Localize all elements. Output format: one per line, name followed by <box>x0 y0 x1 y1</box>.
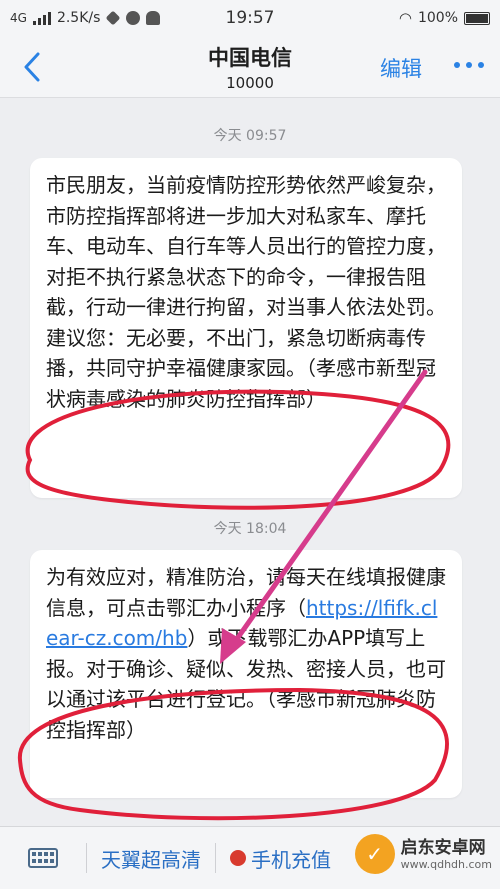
message-bubble[interactable]: 市民朋友，当前疫情防控形势依然严峻复杂，市防控指挥部将进一步加大对私家车、摩托车… <box>30 158 462 498</box>
watermark-logo-icon: ✓ <box>354 834 395 874</box>
status-right: ◠ 100% <box>399 9 490 27</box>
edit-button[interactable]: 编辑 <box>380 53 422 83</box>
wechat-icon <box>126 11 141 25</box>
battery-percent: 100% <box>417 10 458 26</box>
network-speed: 2.5K/s <box>56 10 101 26</box>
watermark-name: 启东安卓网 <box>400 837 486 858</box>
network-type: 4G <box>10 11 27 25</box>
signal-icon <box>32 11 51 25</box>
nav-bar: 中国电信 10000 编辑 <box>0 36 500 98</box>
watermark: ✓ 启东安卓网 www.qdhdh.com <box>354 834 492 874</box>
more-options-icon[interactable] <box>454 62 484 68</box>
watermark-text: 启东安卓网 www.qdhdh.com <box>401 838 492 871</box>
menu-button-recharge-label: 手机充值 <box>251 847 331 872</box>
menu-button-tianyi[interactable]: 天翼超高清 <box>101 844 201 873</box>
contact-number: 10000 <box>226 74 274 92</box>
message-text: 为有效应对，精准防治，请每天在线填报健康信息，可点击鄂汇办小程序（https:/… <box>46 562 448 745</box>
menu-button-tianyi-label: 天翼超高清 <box>101 847 201 872</box>
notification-bell-icon <box>146 11 161 25</box>
watermark-url: www.qdhdh.com <box>400 857 492 871</box>
menu-button-recharge[interactable]: 手机充值 <box>230 844 331 873</box>
toolbar-divider <box>215 843 216 873</box>
conversation-header: 中国电信 10000 <box>0 42 500 92</box>
shield-icon <box>105 10 121 26</box>
battery-icon <box>464 11 490 25</box>
message-timestamp: 今天 18:04 <box>213 521 287 537</box>
message-timestamp: 今天 09:57 <box>213 128 287 144</box>
message-text: 市民朋友，当前疫情防控形势依然严峻复杂，市防控指挥部将进一步加大对私家车、摩托车… <box>46 173 446 411</box>
keyboard-icon[interactable] <box>28 848 58 868</box>
status-left: 4G 2.5K/s <box>10 10 161 26</box>
recharge-icon <box>230 850 246 866</box>
wifi-icon: ◠ <box>398 9 412 27</box>
toolbar-divider <box>86 843 87 873</box>
contact-name: 中国电信 <box>208 46 292 70</box>
message-bubble[interactable]: 为有效应对，精准防治，请每天在线填报健康信息，可点击鄂汇办小程序（https:/… <box>30 550 462 798</box>
status-bar: 4G 2.5K/s 19:57 ◠ 100% <box>0 0 500 36</box>
